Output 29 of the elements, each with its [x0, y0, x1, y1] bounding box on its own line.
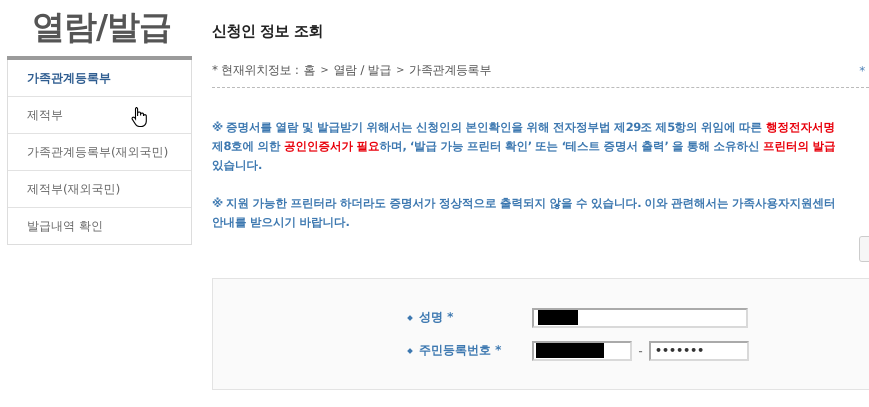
sidebar-item[interactable]: 가족관계등록부(재외국민): [8, 133, 191, 170]
hand-cursor-icon: [131, 106, 149, 128]
redaction-bar: [538, 310, 578, 325]
notice-text: ※ 지원 가능한 프린터라 하더라도 증명서가 정상적으로 출력되지 않을 수 있습니다. 이와 관련해서는 가족사용자지원센터: [212, 195, 837, 212]
redaction-bar: [536, 343, 604, 358]
name-field[interactable]: [532, 308, 748, 328]
breadcrumb-separator: >: [320, 65, 328, 76]
password-field[interactable]: •••••••: [649, 340, 749, 360]
page-title: 신청인 정보 조회: [212, 22, 324, 42]
sidebar-item[interactable]: 발급내역 확인: [8, 207, 191, 244]
breadcrumb-label: * 현재위치정보 :: [212, 62, 299, 79]
breadcrumb-link[interactable]: 가족관계등록부: [409, 62, 492, 79]
dash-separator: -: [637, 344, 644, 358]
notice-text: 제8호에 의한 공인인증서가 필요하며, ‘발급 가능 프린터 확인’ 또는 ‘테스트 증명서 출력’ 을 통해 소유하신 프린터의 발급: [212, 138, 836, 155]
bullet-icon: [407, 314, 413, 320]
sidebar-item[interactable]: 제적부(재외국민): [8, 170, 191, 207]
sidebar-item[interactable]: 가족관계등록부: [8, 60, 191, 96]
resident-number-field[interactable]: [532, 340, 632, 360]
breadcrumb-link[interactable]: 홈: [304, 62, 316, 79]
section-title: 열람/발급: [7, 0, 192, 60]
field-label: 성명 *: [419, 309, 454, 326]
notice-text: 안내를 받으시기 바랍니다.: [212, 214, 350, 231]
breadcrumb-separator: >: [396, 65, 404, 76]
asterisk-mark: *: [859, 64, 866, 78]
breadcrumb-link[interactable]: 열람 / 발급: [333, 62, 392, 79]
notice-text: ※ 증명서를 열람 및 발급받기 위해서는 신청인의 본인확인을 위해 전자정부법 제29조 제5항의 위임에 따른 행정전자서명: [212, 119, 836, 136]
bullet-icon: [407, 348, 413, 354]
field-label: 주민등록번호 *: [419, 342, 502, 359]
notice-text: 있습니다.: [212, 157, 263, 174]
